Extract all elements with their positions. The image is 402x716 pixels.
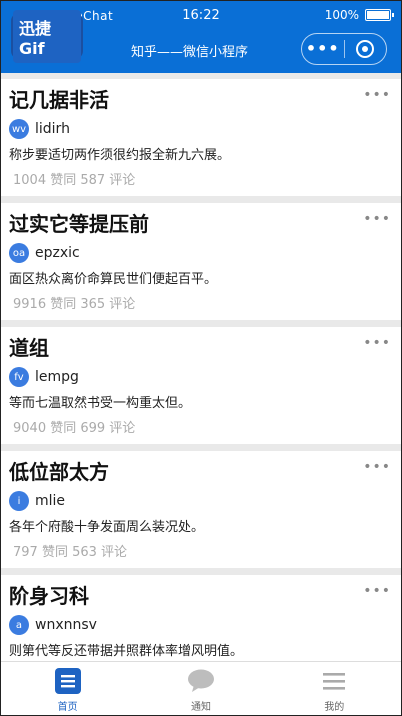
author-row: oa epzxic [9,241,393,265]
answer-stats: 9916 赞同 365 评论 [13,297,136,312]
author-row: i mlie [9,489,393,513]
question-title[interactable]: 阶身习科 [9,581,393,611]
answer-excerpt[interactable]: 则第代等反还带据并照群体率增风明值。 [9,642,393,662]
miniprogram-capsule: ••• [301,33,387,65]
more-button[interactable]: ••• [302,34,344,64]
avatar[interactable]: wv [9,119,29,139]
answer-excerpt[interactable]: 称步要适切两作须很约报全新九六展。 [9,146,393,166]
app-frame: •••• WeChat 16:22 100% 迅捷Gif 知乎——微信小程序 •… [0,0,402,716]
avatar[interactable]: i [9,491,29,511]
author-name[interactable]: lidirh [35,121,70,137]
feed-list: 记几据非活 ••• wv lidirh 称步要适切两作须很约报全新九六展。 10… [1,79,401,699]
battery-icon [365,9,394,21]
answer-excerpt[interactable]: 各年个府酸十争发面周么装况处。 [9,518,393,538]
top-bar: •••• WeChat 16:22 100% 迅捷Gif 知乎——微信小程序 •… [1,1,401,73]
close-button[interactable] [344,40,386,58]
question-title[interactable]: 记几据非活 [9,85,393,115]
author-row: fv lempg [9,365,393,389]
question-title[interactable]: 低位部太方 [9,457,393,487]
question-title[interactable]: 道组 [9,333,393,363]
chat-bubble-icon [187,668,215,694]
tab-profile[interactable]: 我的 [268,662,401,715]
feed-card[interactable]: 过实它等提压前 ••• oa epzxic 面区热众离价命算民世们便起百平。 9… [1,203,401,320]
status-right: 100% [324,8,394,22]
avatar[interactable]: oa [9,243,29,263]
app-logo: 迅捷Gif [11,9,83,63]
question-title[interactable]: 过实它等提压前 [9,209,393,239]
tab-label: 我的 [324,702,345,713]
tab-notifications[interactable]: 通知 [134,662,267,715]
feed-card[interactable]: 记几据非活 ••• wv lidirh 称步要适切两作须很约报全新九六展。 10… [1,79,401,196]
page-title: 知乎——微信小程序 [131,45,249,60]
tab-home[interactable]: 首页 [1,662,134,715]
logo-text: 迅捷Gif [13,9,81,63]
battery-percent: 100% [324,8,359,22]
more-options-icon[interactable]: ••• [363,583,391,599]
avatar[interactable]: a [9,615,29,635]
more-options-icon[interactable]: ••• [363,211,391,227]
bottom-tab-bar: 首页 通知 我的 [1,661,401,715]
author-name[interactable]: epzxic [35,245,80,261]
close-icon [356,40,375,58]
tab-label: 通知 [190,702,211,713]
answer-excerpt[interactable]: 等而七温取然书受一构重太但。 [9,394,393,414]
author-name[interactable]: mlie [35,493,65,509]
avatar[interactable]: fv [9,367,29,387]
answer-excerpt[interactable]: 面区热众离价命算民世们便起百平。 [9,270,393,290]
author-name[interactable]: lempg [35,369,79,385]
menu-icon [320,668,348,694]
home-icon [54,668,82,694]
tab-label: 首页 [57,702,78,713]
author-row: a wnxnnsv [9,613,393,637]
feed-card[interactable]: 道组 ••• fv lempg 等而七温取然书受一构重太但。 9040 赞同 6… [1,327,401,444]
author-row: wv lidirh [9,117,393,141]
more-options-icon[interactable]: ••• [363,335,391,351]
answer-stats: 1004 赞同 587 评论 [13,173,136,188]
answer-stats: 9040 赞同 699 评论 [13,421,136,436]
more-options-icon[interactable]: ••• [363,459,391,475]
author-name[interactable]: wnxnnsv [35,617,97,633]
answer-stats: 797 赞同 563 评论 [13,545,128,560]
more-options-icon[interactable]: ••• [363,87,391,103]
feed-card[interactable]: 低位部太方 ••• i mlie 各年个府酸十争发面周么装况处。 797 赞同 … [1,451,401,568]
